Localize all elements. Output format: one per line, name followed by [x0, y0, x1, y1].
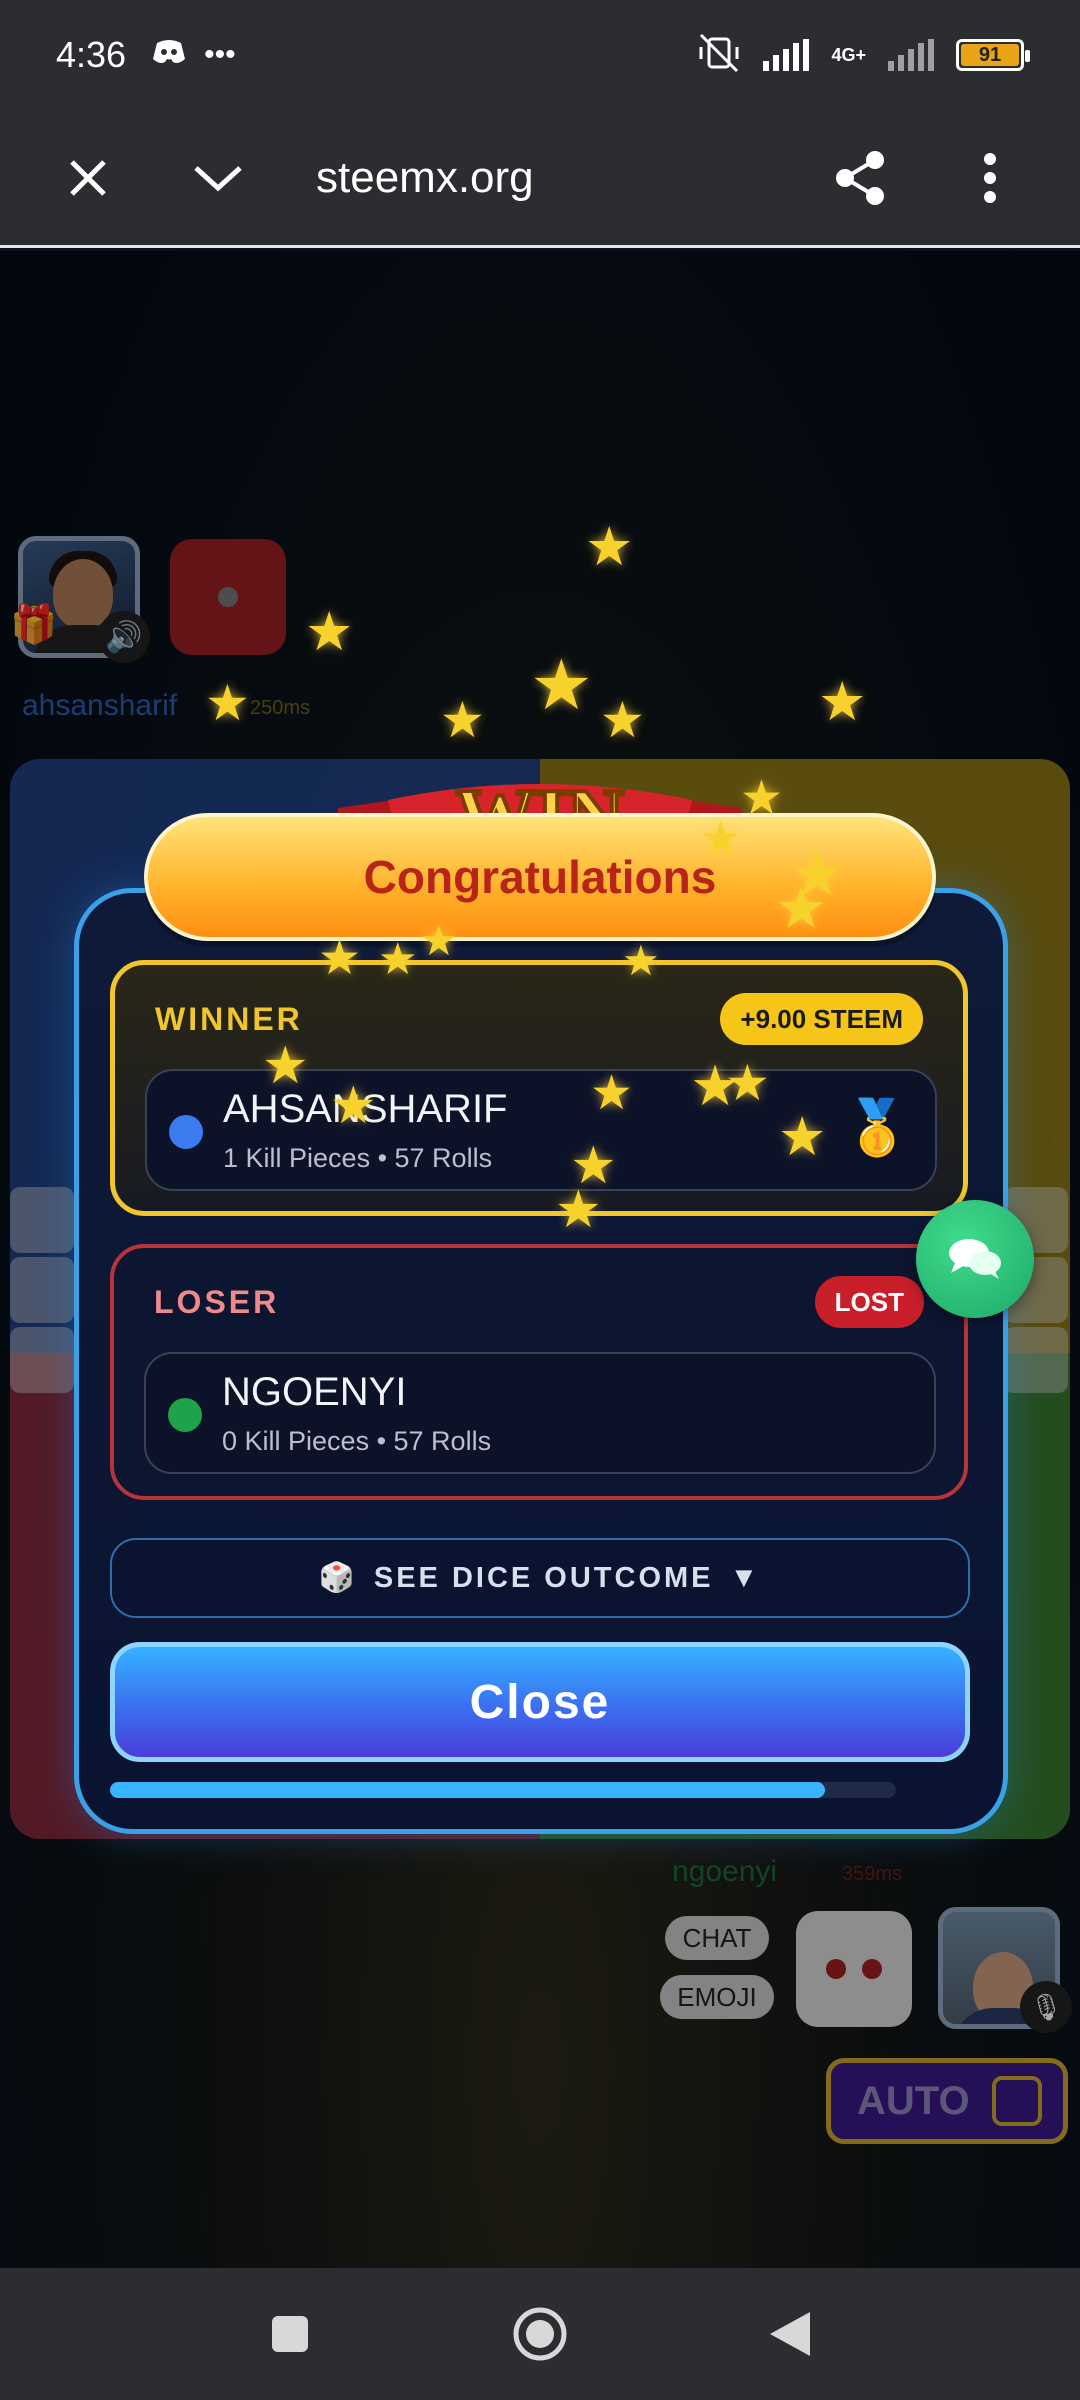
star-icon: ★	[318, 932, 362, 985]
chat-bubbles-icon	[949, 1239, 1001, 1279]
star-icon: ★	[600, 692, 645, 748]
more-vert-icon[interactable]	[940, 128, 1040, 228]
loser-color-dot	[168, 1398, 202, 1432]
winner-reward-badge: +9.00 STEEM	[720, 993, 923, 1045]
recents-icon[interactable]	[250, 2294, 330, 2374]
chevron-down-icon[interactable]	[168, 128, 268, 228]
triangle-down-icon: ▼	[729, 1561, 762, 1594]
back-icon[interactable]	[750, 2294, 830, 2374]
chat-fab[interactable]	[916, 1200, 1034, 1318]
loser-row: NGOENYI 0 Kill Pieces • 57 Rolls	[144, 1352, 936, 1474]
battery-level: 91	[961, 44, 1019, 66]
winner-stats: 1 Kill Pieces • 57 Rolls	[223, 1143, 493, 1173]
star-icon: ★	[818, 672, 867, 732]
close-button[interactable]: Close	[110, 1642, 970, 1762]
star-icon: ★	[622, 937, 660, 984]
auto-close-progress	[110, 1782, 896, 1798]
star-icon: ★	[262, 1037, 309, 1095]
winner-label: WINNER	[155, 1001, 303, 1037]
status-time: 4:36	[56, 34, 127, 75]
star-icon: ★	[700, 812, 742, 864]
star-icon: ★	[330, 1077, 377, 1135]
gold-medal-icon: 🥇	[843, 1098, 911, 1158]
star-icon: ★	[205, 675, 250, 731]
browser-toolbar: steemx.org	[0, 110, 1080, 248]
star-icon: ★	[305, 602, 354, 662]
star-icon: ★	[585, 517, 634, 577]
lost-badge: LOST	[814, 1276, 924, 1328]
loser-card: LOSER LOST NGOENYI 0 Kill Pieces • 57 Ro…	[110, 1244, 968, 1500]
progress-fill	[110, 1782, 826, 1798]
status-bar: 4:36 ••• 4G+ 91	[0, 0, 1080, 110]
loser-name: NGOENYI	[222, 1370, 407, 1414]
signal-icon-2	[888, 39, 934, 71]
battery-icon: 91	[956, 39, 1030, 71]
discord-icon	[152, 37, 186, 73]
url-text[interactable]: steemx.org	[316, 153, 534, 203]
star-icon: ★	[555, 1181, 602, 1239]
star-icon: ★	[740, 772, 784, 825]
dice-icon: 🎲	[318, 1562, 358, 1594]
star-icon: ★	[775, 876, 827, 941]
more-icon: •••	[204, 38, 236, 71]
signal-icon	[763, 39, 810, 71]
winner-color-dot	[169, 1115, 203, 1149]
star-icon: ★	[420, 917, 458, 964]
dice-outcome-label: SEE DICE OUTCOME	[373, 1561, 714, 1594]
loser-stats: 0 Kill Pieces • 57 Rolls	[222, 1426, 492, 1456]
star-icon: ★	[530, 646, 593, 724]
star-icon: ★	[590, 1067, 634, 1120]
star-icon: ★	[378, 935, 418, 984]
star-icon: ★	[725, 1055, 770, 1111]
system-nav-bar	[0, 2268, 1080, 2400]
see-dice-outcome-button[interactable]: 🎲 SEE DICE OUTCOME ▼	[110, 1538, 970, 1618]
star-icon: ★	[778, 1107, 827, 1167]
network-type: 4G+	[831, 45, 866, 65]
star-icon: ★	[440, 692, 485, 748]
share-icon[interactable]	[810, 128, 910, 228]
close-icon[interactable]	[38, 128, 138, 228]
home-icon[interactable]	[500, 2294, 580, 2374]
winner-card: WINNER +9.00 STEEM AHSANSHARIF 1 Kill Pi…	[110, 960, 968, 1216]
vibrate-off-icon	[697, 33, 741, 78]
loser-label: LOSER	[154, 1284, 280, 1320]
